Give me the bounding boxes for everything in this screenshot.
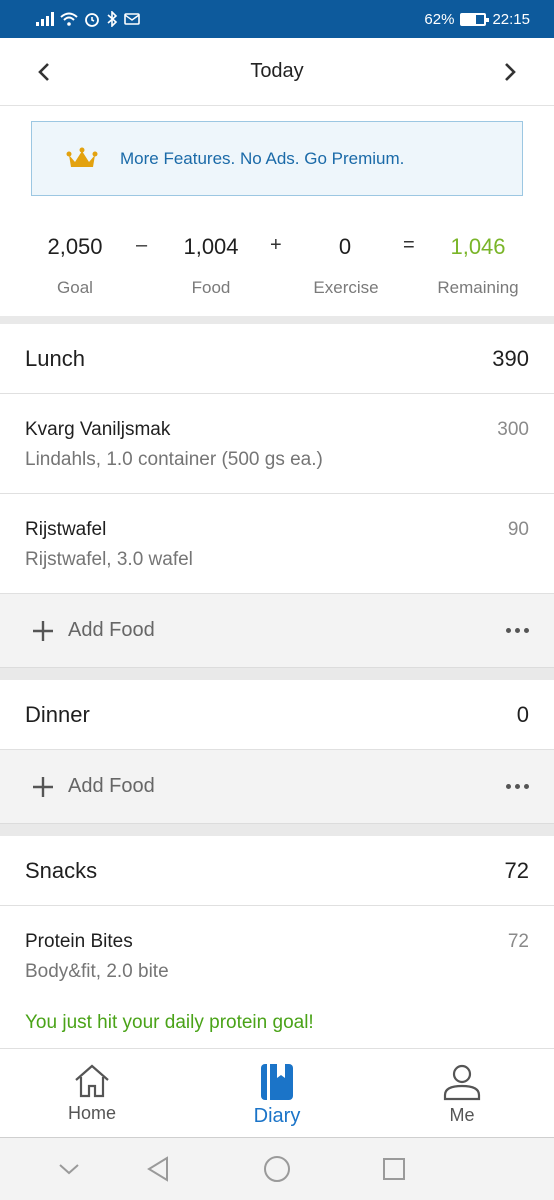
food-calories: 90	[507, 519, 529, 540]
nav-me[interactable]: Me	[370, 1049, 554, 1139]
back-icon[interactable]	[141, 1152, 175, 1186]
plus-sign: +	[270, 234, 282, 256]
signal-icon	[36, 12, 54, 26]
crown-icon	[66, 147, 98, 167]
food-calories: 72	[507, 931, 529, 952]
system-nav-bar	[0, 1138, 554, 1200]
food-description: Body&fit, 2.0 bite	[25, 961, 169, 982]
nav-home[interactable]: Home	[0, 1049, 184, 1139]
food-name: Rijstwafel	[25, 519, 107, 540]
goal-label: Goal	[57, 278, 93, 297]
food-description: Rijstwafel, 3.0 wafel	[25, 549, 193, 570]
snacks-title: Snacks	[25, 857, 98, 883]
nav-diary-label: Diary	[253, 1105, 301, 1127]
status-icons-right: 62% 22:15	[424, 11, 530, 28]
chevron-right-icon[interactable]	[496, 58, 524, 86]
premium-banner[interactable]: More Features. No Ads. Go Premium.	[31, 121, 523, 196]
bottom-nav: Home Diary Me	[0, 1048, 554, 1138]
more-options-icon[interactable]	[506, 784, 529, 789]
plus-icon	[33, 620, 53, 641]
food-entry[interactable]: Rijstwafel Rijstwafel, 3.0 wafel 90	[0, 494, 554, 594]
collapse-icon[interactable]	[52, 1152, 86, 1186]
nav-home-label: Home	[67, 1103, 116, 1123]
minus-sign: –	[136, 234, 148, 256]
exercise-label: Exercise	[313, 278, 379, 297]
section-divider	[0, 668, 554, 680]
food-description: Lindahls, 1.0 container (500 gs ea.)	[25, 449, 323, 470]
nav-me-label: Me	[449, 1105, 475, 1125]
nav-diary[interactable]: Diary	[185, 1049, 369, 1139]
food-value: 1,004	[183, 234, 239, 259]
status-bar: 62% 22:15	[0, 0, 554, 38]
profile-icon	[443, 1064, 481, 1101]
plus-icon	[33, 776, 53, 797]
lunch-total: 390	[492, 345, 529, 371]
date-header: Today	[0, 38, 554, 106]
add-food-label: Add Food	[68, 619, 155, 641]
dinner-total: 0	[516, 701, 529, 727]
home-icon	[75, 1064, 109, 1098]
dinner-section-header[interactable]: Dinner 0	[0, 680, 554, 750]
calorie-summary: 2,050 – 1,004 + 0 = 1,046 Goal Food Exer…	[0, 222, 554, 314]
protein-goal-message: You just hit your daily protein goal!	[25, 1012, 314, 1033]
lunch-add-food-row: Add Food	[0, 594, 554, 668]
home-circle-icon[interactable]	[260, 1152, 294, 1186]
chevron-left-icon[interactable]	[30, 58, 58, 86]
section-divider	[0, 824, 554, 836]
dinner-add-food-button[interactable]: Add Food	[32, 775, 155, 798]
dinner-title: Dinner	[25, 701, 90, 727]
status-icons-left	[36, 11, 142, 27]
add-food-label: Add Food	[68, 775, 155, 797]
exercise-value: 0	[338, 234, 352, 259]
food-name: Protein Bites	[25, 931, 133, 952]
food-label: Food	[191, 278, 231, 297]
food-entry[interactable]: Kvarg Vaniljsmak Lindahls, 1.0 container…	[0, 394, 554, 494]
alarm-icon	[85, 13, 99, 27]
battery-percent: 62%	[424, 10, 455, 28]
food-calories: 300	[497, 419, 529, 440]
recents-icon[interactable]	[377, 1152, 411, 1186]
food-entry[interactable]: Protein Bites Body&fit, 2.0 bite 72	[0, 906, 554, 1006]
more-options-icon[interactable]	[506, 628, 529, 633]
notification-icon	[124, 13, 140, 25]
dinner-add-food-row: Add Food	[0, 750, 554, 824]
bluetooth-icon	[107, 11, 118, 27]
page-title[interactable]: Today	[250, 60, 303, 83]
remaining-value: 1,046	[450, 234, 506, 259]
remaining-label: Remaining	[437, 278, 519, 297]
food-name: Kvarg Vaniljsmak	[25, 419, 171, 440]
snacks-section-header[interactable]: Snacks 72	[0, 836, 554, 906]
lunch-section-header[interactable]: Lunch 390	[0, 324, 554, 394]
lunch-title: Lunch	[25, 345, 85, 371]
clock: 22:15	[492, 10, 530, 28]
goal-value: 2,050	[47, 234, 103, 259]
equals-sign: =	[403, 234, 415, 256]
lunch-add-food-button[interactable]: Add Food	[32, 619, 155, 642]
premium-text[interactable]: More Features. No Ads. Go Premium.	[120, 149, 404, 169]
battery-icon	[460, 12, 490, 26]
section-divider	[0, 316, 554, 324]
snacks-total: 72	[504, 857, 529, 883]
diary-icon	[261, 1064, 293, 1100]
wifi-icon	[60, 12, 78, 26]
